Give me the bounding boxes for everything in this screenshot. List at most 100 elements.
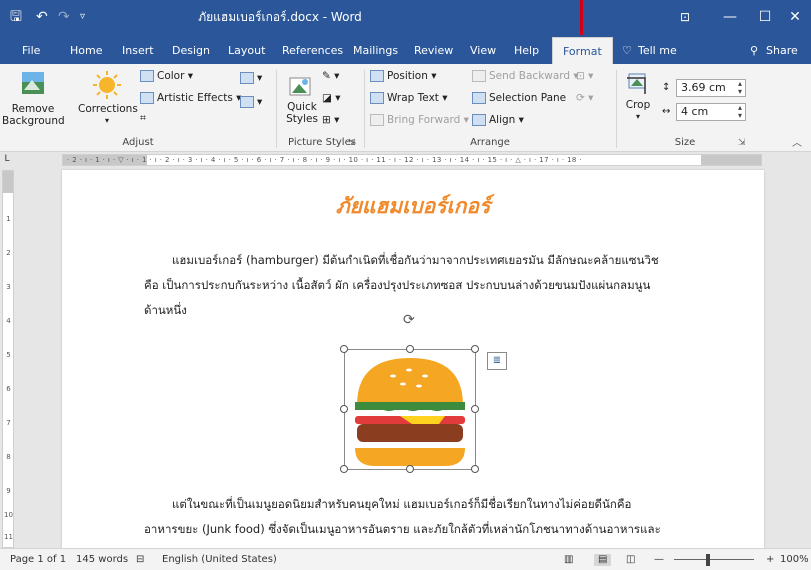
zoom-out-button[interactable]: — — [654, 554, 664, 566]
crop-button[interactable]: Crop ▾ — [620, 70, 656, 123]
compress-pictures-icon[interactable]: ▾ — [240, 72, 262, 85]
rotate-objects-icon[interactable]: ⟳ ▾ — [576, 92, 593, 105]
group-separator — [616, 70, 617, 148]
remove-background-button[interactable]: Remove Background — [2, 70, 65, 127]
vertical-scrollbar[interactable] — [797, 166, 811, 548]
zoom-level[interactable]: 100% — [780, 554, 809, 566]
lightbulb-icon: ♡ — [622, 44, 632, 57]
read-mode-icon[interactable]: ▥ — [564, 554, 573, 566]
shape-height-input[interactable]: 3.69 cm ▴ ▾ — [676, 79, 746, 97]
share-button[interactable]: Share — [766, 44, 798, 58]
remove-background-icon — [22, 72, 44, 94]
web-layout-icon[interactable]: ◫ — [626, 554, 635, 566]
tab-file[interactable]: File — [22, 44, 40, 58]
resize-handle-n[interactable] — [406, 345, 414, 353]
window-title: ภัยแฮมเบอร์เกอร์.docx - Word — [198, 10, 362, 24]
quick-styles-icon — [289, 77, 311, 96]
rotate-handle-icon[interactable]: ⟳ — [403, 312, 415, 328]
tab-review[interactable]: Review — [414, 44, 453, 58]
tab-mailings[interactable]: Mailings — [353, 44, 398, 58]
chevron-up-icon[interactable]: ︿ — [792, 137, 802, 150]
resize-handle-e[interactable] — [471, 405, 479, 413]
resize-handle-se[interactable] — [471, 465, 479, 473]
transparency-icon[interactable]: ⌗ — [140, 112, 146, 125]
group-objects-icon[interactable]: ⊡ ▾ — [576, 70, 593, 83]
close-button[interactable]: ✕ — [780, 6, 810, 28]
tab-selector[interactable]: L — [0, 152, 14, 166]
ribbon-tabs: File Home Insert Design Layout Reference… — [0, 35, 811, 64]
align-button[interactable]: Align ▾ — [472, 114, 524, 127]
spinner-icon[interactable]: ▴ ▾ — [738, 80, 742, 96]
resize-handle-ne[interactable] — [471, 345, 479, 353]
document-title: ภัยแฮมเบอร์เกอร์ — [335, 193, 491, 218]
vertical-ruler[interactable]: 1 2 3 4 5 6 7 8 9 10 11 — [2, 170, 14, 548]
adjust-group-label: Adjust — [122, 137, 154, 148]
tell-me-search[interactable]: Tell me — [638, 44, 677, 58]
chevron-down-icon: ▾ — [104, 116, 109, 125]
zoom-slider-thumb[interactable] — [706, 554, 710, 566]
ribbon-display-icon[interactable]: ⊡ — [670, 6, 700, 28]
minimize-button[interactable]: — — [715, 6, 745, 28]
word-count[interactable]: 145 words — [76, 554, 128, 566]
picture-border-icon[interactable]: ✎ ▾ — [322, 70, 339, 83]
dialog-launcher-icon[interactable]: ⇲ — [738, 137, 746, 150]
picture-effects-icon[interactable]: ◪ ▾ — [322, 92, 341, 105]
language-status[interactable]: English (United States) — [162, 554, 277, 566]
bring-forward-button[interactable]: Bring Forward ▾ — [370, 114, 469, 127]
position-icon — [370, 70, 384, 82]
ribbon-format: Remove Background Corrections ▾ Color ▾ … — [0, 64, 811, 152]
paragraph-2[interactable]: แต่ในขณะที่เป็นเมนูยอดนิยมสำหรับคนยุคใหม… — [144, 492, 684, 542]
proofing-icon[interactable]: ⊟ — [136, 554, 144, 566]
wrap-text-icon — [370, 92, 384, 104]
resize-handle-nw[interactable] — [340, 345, 348, 353]
sun-icon — [93, 71, 121, 99]
status-bar: Page 1 of 1 145 words ⊟ English (United … — [0, 548, 811, 570]
tab-help[interactable]: Help — [514, 44, 539, 58]
dialog-launcher-icon[interactable]: ⇲ — [348, 137, 356, 150]
zoom-in-button[interactable]: + — [766, 554, 774, 566]
spinner-icon[interactable]: ▴ ▾ — [738, 104, 742, 120]
resize-handle-s[interactable] — [406, 465, 414, 473]
tab-format[interactable]: Format — [552, 37, 613, 64]
horizontal-ruler[interactable]: · 2 · ı · 1 · ı · ▽ · ı · 1 · ı · 2 · ı … — [62, 154, 762, 166]
page-count[interactable]: Page 1 of 1 — [10, 554, 66, 566]
align-icon — [472, 114, 486, 126]
shape-width-input[interactable]: 4 cm ▴ ▾ — [676, 103, 746, 121]
group-separator — [276, 70, 277, 148]
send-backward-button[interactable]: Send Backward ▾ — [472, 70, 579, 83]
resize-handle-sw[interactable] — [340, 465, 348, 473]
tab-view[interactable]: View — [470, 44, 496, 58]
picture-layout-icon[interactable]: ⊞ ▾ — [322, 114, 339, 127]
ruler-ticks: · 2 · ı · 1 · ı · ▽ · ı · 1 · ı · 2 · ı … — [67, 156, 583, 164]
hamburger-image[interactable] — [340, 345, 479, 473]
selection-pane-icon — [472, 92, 486, 104]
hamburger-icon — [355, 358, 465, 466]
chevron-down-icon: ▾ — [635, 112, 640, 121]
quick-styles-button[interactable]: Quick Styles — [282, 70, 320, 125]
color-button[interactable]: Color ▾ — [140, 70, 193, 83]
width-icon: ↔ — [662, 106, 671, 117]
send-backward-icon — [472, 70, 486, 82]
size-group-label: Size — [674, 137, 696, 148]
corrections-button[interactable]: Corrections ▾ — [78, 70, 138, 127]
tab-layout[interactable]: Layout — [228, 44, 265, 58]
resize-handle-w[interactable] — [340, 405, 348, 413]
color-icon — [140, 70, 154, 82]
artistic-effects-icon — [140, 92, 154, 104]
tab-design[interactable]: Design — [172, 44, 210, 58]
position-button[interactable]: Position ▾ — [370, 70, 437, 83]
tab-home[interactable]: Home — [70, 44, 102, 58]
selection-pane-button[interactable]: Selection Pane — [472, 92, 566, 105]
zoom-slider[interactable] — [674, 559, 754, 560]
maximize-button[interactable]: ☐ — [750, 6, 780, 28]
change-picture-icon[interactable]: ▾ — [240, 96, 262, 109]
group-separator — [364, 70, 365, 148]
tab-references[interactable]: References — [282, 44, 343, 58]
tab-insert[interactable]: Insert — [122, 44, 154, 58]
title-bar: 🖫 ↶ ↷ ▿ ภัยแฮมเบอร์เกอร์.docx - Word ⊡ —… — [0, 0, 811, 47]
wrap-text-button[interactable]: Wrap Text ▾ — [370, 92, 448, 105]
arrange-group-label: Arrange — [470, 137, 510, 148]
print-layout-icon[interactable]: ▤ — [594, 554, 612, 566]
artistic-effects-button[interactable]: Artistic Effects ▾ — [140, 92, 241, 105]
layout-options-icon[interactable]: ≣ — [487, 352, 507, 370]
